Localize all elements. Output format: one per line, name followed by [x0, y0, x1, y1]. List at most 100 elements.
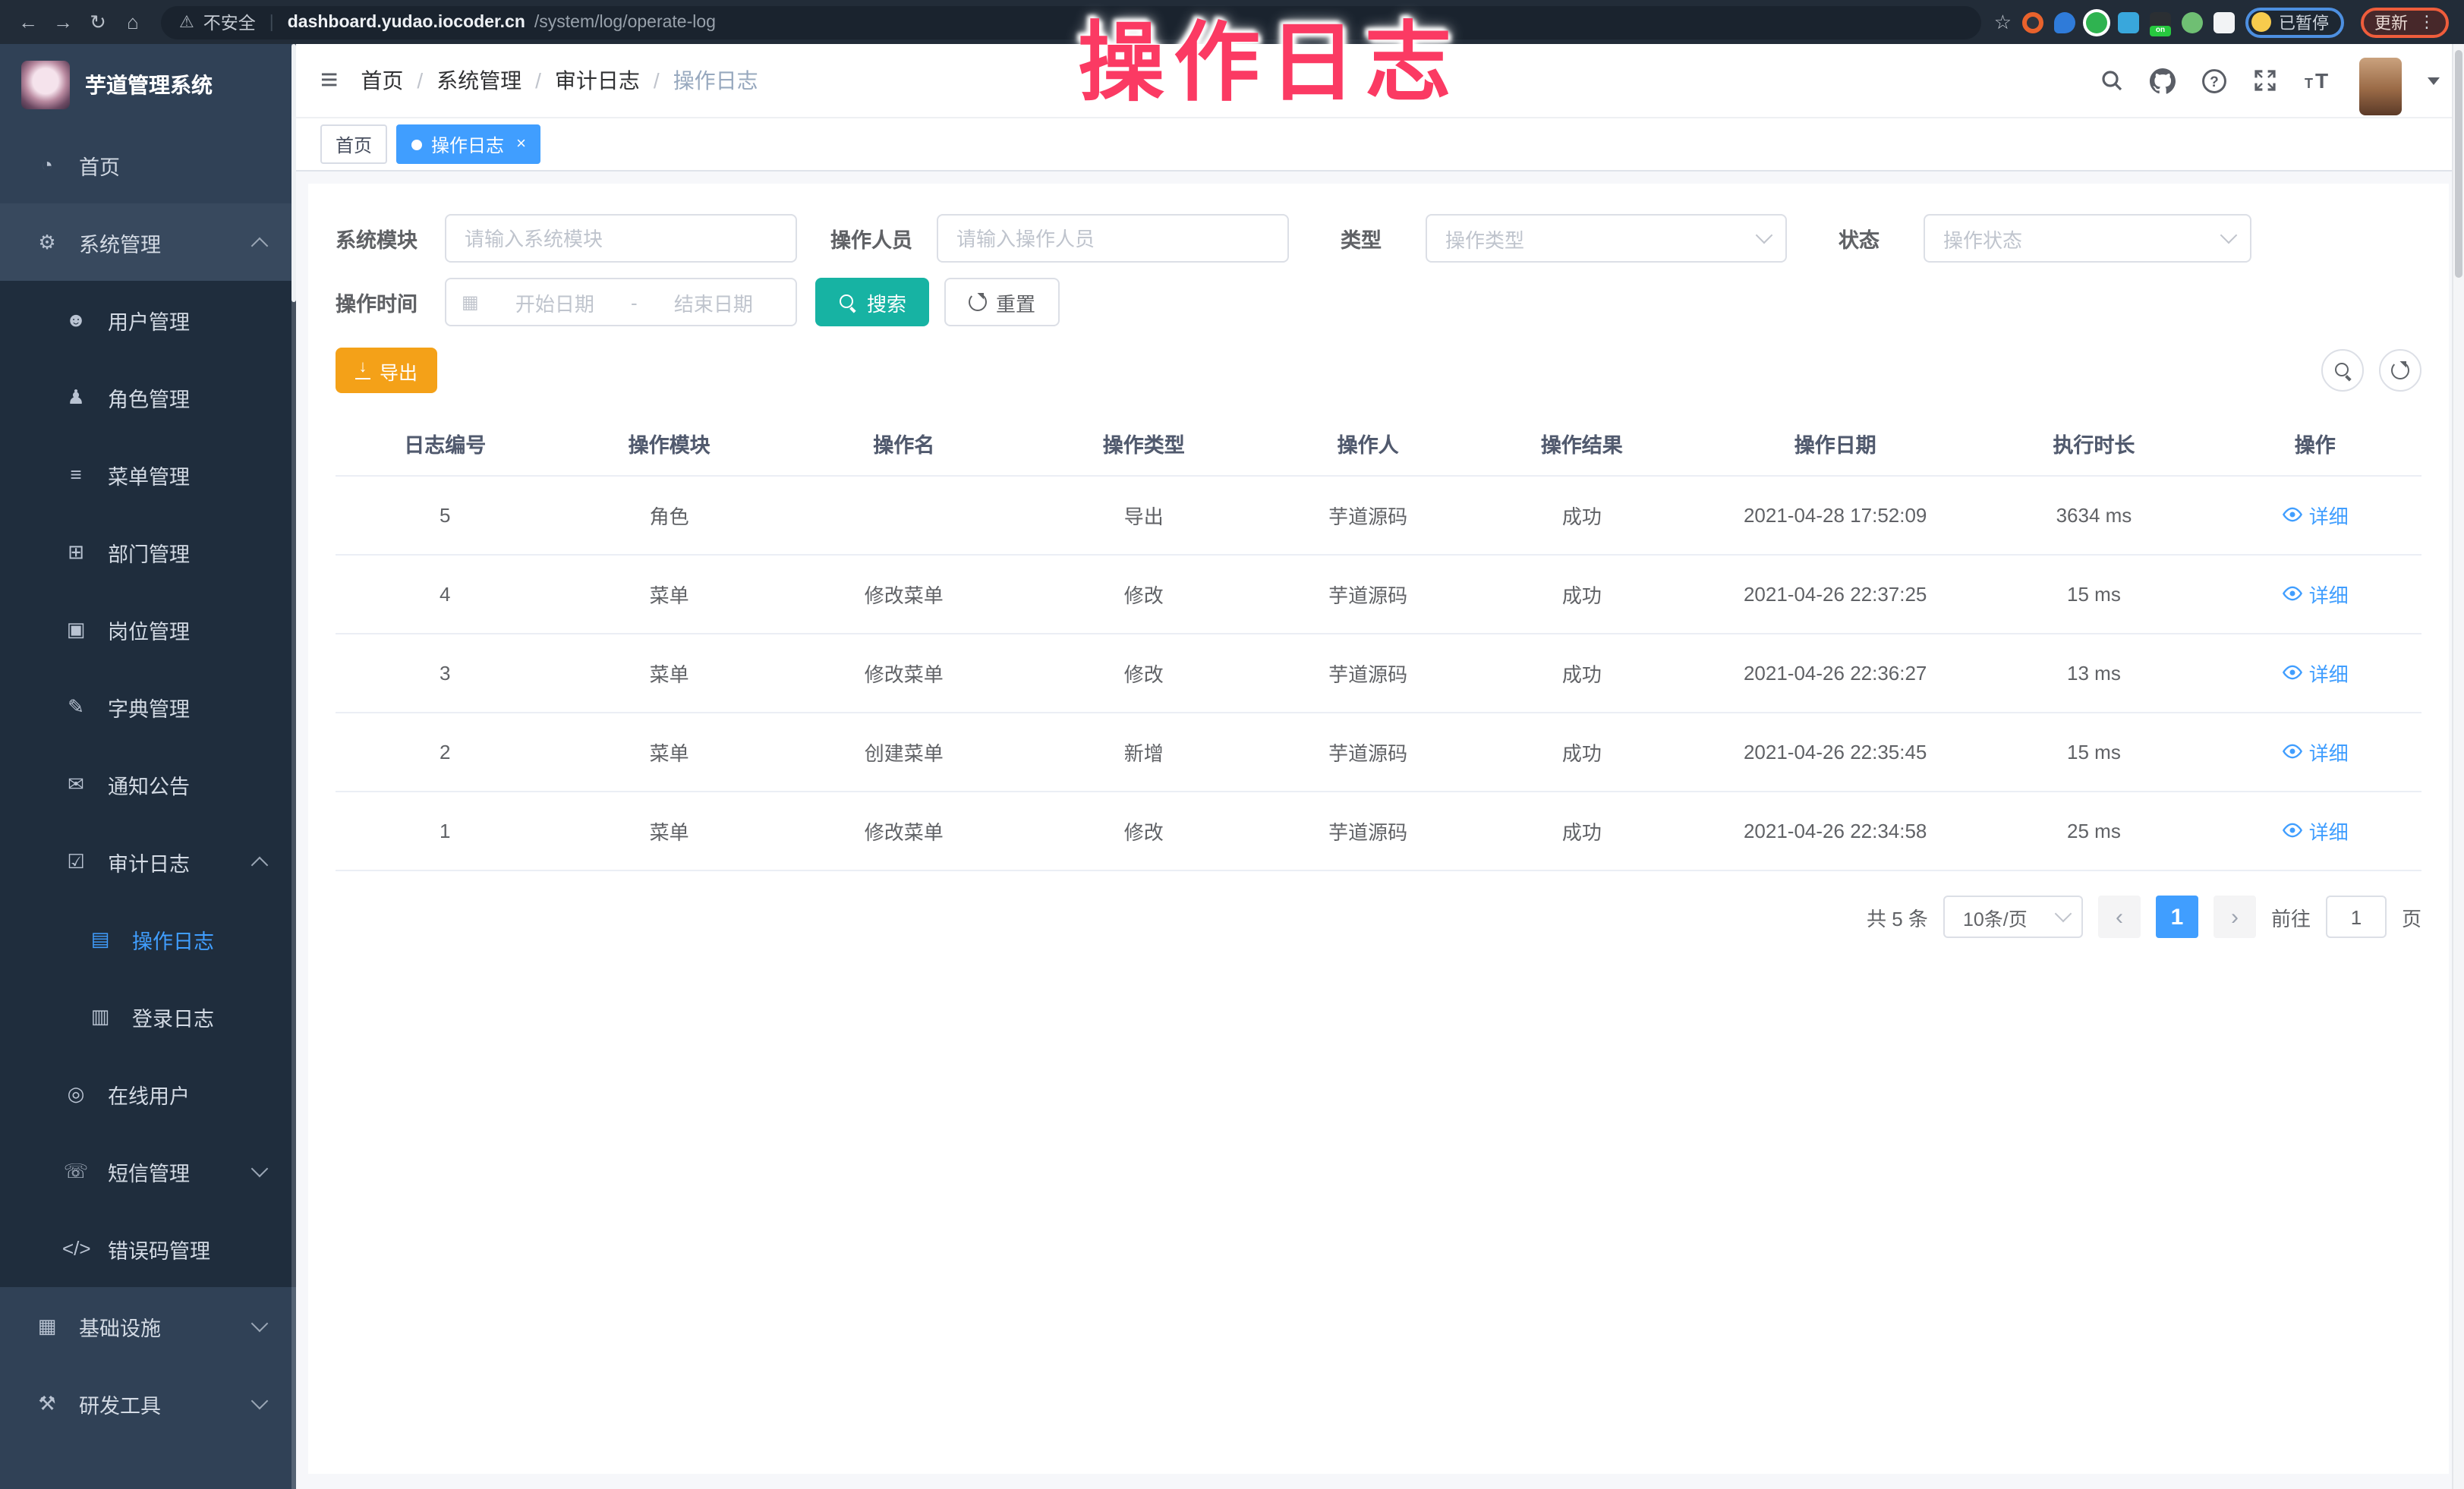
- collapse-sidebar-icon[interactable]: ≡: [320, 63, 338, 98]
- github-icon[interactable]: [2150, 68, 2176, 93]
- reset-button[interactable]: 重置: [944, 278, 1060, 326]
- sidebar-item-dept-management[interactable]: ⊞部门管理: [0, 513, 296, 590]
- detail-link[interactable]: 详细: [2282, 580, 2349, 609]
- sidebar-item-sms-management[interactable]: ☏短信管理: [0, 1132, 296, 1210]
- refresh-table-button[interactable]: [2379, 349, 2421, 392]
- sidebar-item-operate-log[interactable]: ▤操作日志: [0, 900, 296, 977]
- page-scrollbar-thumb[interactable]: [2455, 50, 2462, 278]
- browser-back-icon[interactable]: ←: [12, 11, 44, 33]
- extension-pin-icon[interactable]: [2054, 11, 2075, 33]
- extension-green-v-icon[interactable]: [2086, 11, 2107, 33]
- table-row: 2菜单创建菜单新增芋道源码成功2021-04-26 22:35:4515 ms详…: [336, 713, 2421, 792]
- app-title: 芋道管理系统: [85, 70, 213, 100]
- type-select-placeholder: 操作类型: [1445, 224, 1524, 253]
- breadcrumb-item[interactable]: 系统管理: [436, 65, 521, 96]
- chevron-up-icon: [251, 237, 269, 254]
- type-select[interactable]: 操作类型: [1426, 214, 1787, 263]
- sidebar-item-label: 错误码管理: [108, 1233, 210, 1264]
- sidebar-item-online-users[interactable]: ◎在线用户: [0, 1055, 296, 1132]
- gear-icon: ⚙: [33, 230, 61, 254]
- browser-reload-icon[interactable]: ↻: [82, 10, 114, 34]
- overflow-menu-icon[interactable]: ⋮: [2418, 12, 2435, 32]
- cell-date: 2021-04-26 22:36:27: [1691, 634, 1979, 713]
- search-icon[interactable]: [2100, 68, 2124, 93]
- pagination-total: 共 5 条: [1867, 902, 1928, 931]
- close-icon[interactable]: ×: [516, 135, 526, 153]
- sidebar-item-system-management[interactable]: ⚙系统管理: [0, 203, 296, 281]
- chevron-down-icon: [251, 1160, 269, 1177]
- sidebar-item-infrastructure[interactable]: ▦基础设施: [0, 1287, 296, 1365]
- cell-name: 修改菜单: [784, 555, 1024, 634]
- sidebar-item-login-log[interactable]: ▥登录日志: [0, 977, 296, 1055]
- detail-link[interactable]: 详细: [2282, 659, 2349, 688]
- status-select[interactable]: 操作状态: [1924, 214, 2251, 263]
- app-logo[interactable]: 芋道管理系统: [0, 44, 296, 126]
- tab-tag-inactive[interactable]: 首页: [320, 124, 387, 164]
- cell-operator: 芋道源码: [1264, 634, 1473, 713]
- operator-input[interactable]: [937, 214, 1289, 263]
- sidebar-item-role-management[interactable]: ♟角色管理: [0, 358, 296, 436]
- operator-input-field[interactable]: [941, 227, 1284, 250]
- extension-blue-icon[interactable]: [2118, 11, 2139, 33]
- extension-orange-icon[interactable]: [2022, 11, 2043, 33]
- help-icon[interactable]: ?: [2201, 68, 2227, 93]
- sidebar-item-user-management[interactable]: ☻用户管理: [0, 281, 296, 358]
- sidebar-item-notice-announcement[interactable]: ✉通知公告: [0, 745, 296, 823]
- sidebar-item-home[interactable]: ◔首页: [0, 126, 296, 203]
- sidebar-scrollbar-thumb[interactable]: [291, 44, 296, 302]
- breadcrumb-item[interactable]: 首页: [361, 65, 403, 96]
- cell-result: 成功: [1473, 476, 1692, 555]
- fullscreen-icon[interactable]: [2253, 68, 2277, 93]
- font-size-icon[interactable]: TT: [2303, 68, 2333, 93]
- user-avatar[interactable]: [2359, 58, 2402, 115]
- browser-home-icon[interactable]: ⌂: [117, 11, 149, 33]
- goto-label: 前往: [2271, 902, 2311, 931]
- page-size-select[interactable]: 10条/页: [1943, 896, 2083, 938]
- table-row: 3菜单修改菜单修改芋道源码成功2021-04-26 22:36:2713 ms详…: [336, 634, 2421, 713]
- next-page-button[interactable]: ›: [2214, 896, 2256, 938]
- toggle-search-button[interactable]: [2321, 349, 2364, 392]
- active-dot-icon: [411, 139, 422, 150]
- cell-date: 2021-04-26 22:34:58: [1691, 792, 1979, 870]
- sidebar-item-error-code-management[interactable]: </>错误码管理: [0, 1210, 296, 1287]
- extension-on-badge: on: [2150, 25, 2171, 36]
- sidebar-item-dict-management[interactable]: ✎字典管理: [0, 668, 296, 745]
- sidebar-item-audit-log[interactable]: ☑审计日志: [0, 823, 296, 900]
- address-bar[interactable]: ⚠ 不安全 | dashboard.yudao.iocoder.cn /syst…: [161, 5, 1982, 39]
- module-input[interactable]: [445, 214, 797, 263]
- goto-page-input[interactable]: 1: [2326, 896, 2387, 938]
- monitor-icon: ▦: [33, 1314, 61, 1338]
- detail-link[interactable]: 详细: [2282, 738, 2349, 767]
- extension-switch-icon[interactable]: on: [2150, 11, 2171, 33]
- not-secure-warning-icon: ⚠: [179, 12, 194, 32]
- breadcrumb-item[interactable]: 审计日志: [555, 65, 640, 96]
- prev-page-button[interactable]: ‹: [2098, 896, 2141, 938]
- profile-paused-badge[interactable]: 已暂停: [2245, 7, 2344, 37]
- operator-label: 操作人员: [809, 223, 937, 253]
- search-button[interactable]: 搜索: [815, 278, 929, 326]
- column-header: 操作: [2209, 411, 2421, 476]
- extensions-puzzle-icon[interactable]: [2214, 11, 2235, 33]
- extension-leaf-icon[interactable]: [2182, 11, 2203, 33]
- current-page-button[interactable]: 1: [2156, 896, 2198, 938]
- sidebar-item-dev-tools[interactable]: ⚒研发工具: [0, 1365, 296, 1442]
- detail-link[interactable]: 详细: [2282, 501, 2349, 530]
- breadcrumb: 首页/系统管理/审计日志/操作日志: [361, 65, 758, 96]
- export-button[interactable]: ↓ 导出: [336, 348, 437, 393]
- url-path: /system/log/operate-log: [534, 13, 716, 31]
- avatar-caret-down-icon[interactable]: [2428, 77, 2440, 84]
- bookmark-star-icon[interactable]: ☆: [1994, 10, 2012, 34]
- detail-link[interactable]: 详细: [2282, 817, 2349, 845]
- browser-forward-icon[interactable]: →: [47, 11, 79, 33]
- update-badge[interactable]: 更新 ⋮: [2361, 7, 2449, 37]
- page-scrollbar[interactable]: [2452, 44, 2464, 1489]
- sidebar-item-post-management[interactable]: ▣岗位管理: [0, 590, 296, 668]
- tab-tag-active[interactable]: 操作日志×: [396, 124, 541, 164]
- date-range-picker[interactable]: ▦ 开始日期 - 结束日期: [445, 278, 797, 326]
- navbar-actions: ? TT: [2100, 46, 2440, 115]
- module-input-field[interactable]: [449, 227, 792, 250]
- detail-link-label: 详细: [2309, 817, 2349, 845]
- sidebar-item-menu-management[interactable]: ≡菜单管理: [0, 436, 296, 513]
- cell-module: 角色: [555, 476, 784, 555]
- cell-duration: 3634 ms: [1979, 476, 2208, 555]
